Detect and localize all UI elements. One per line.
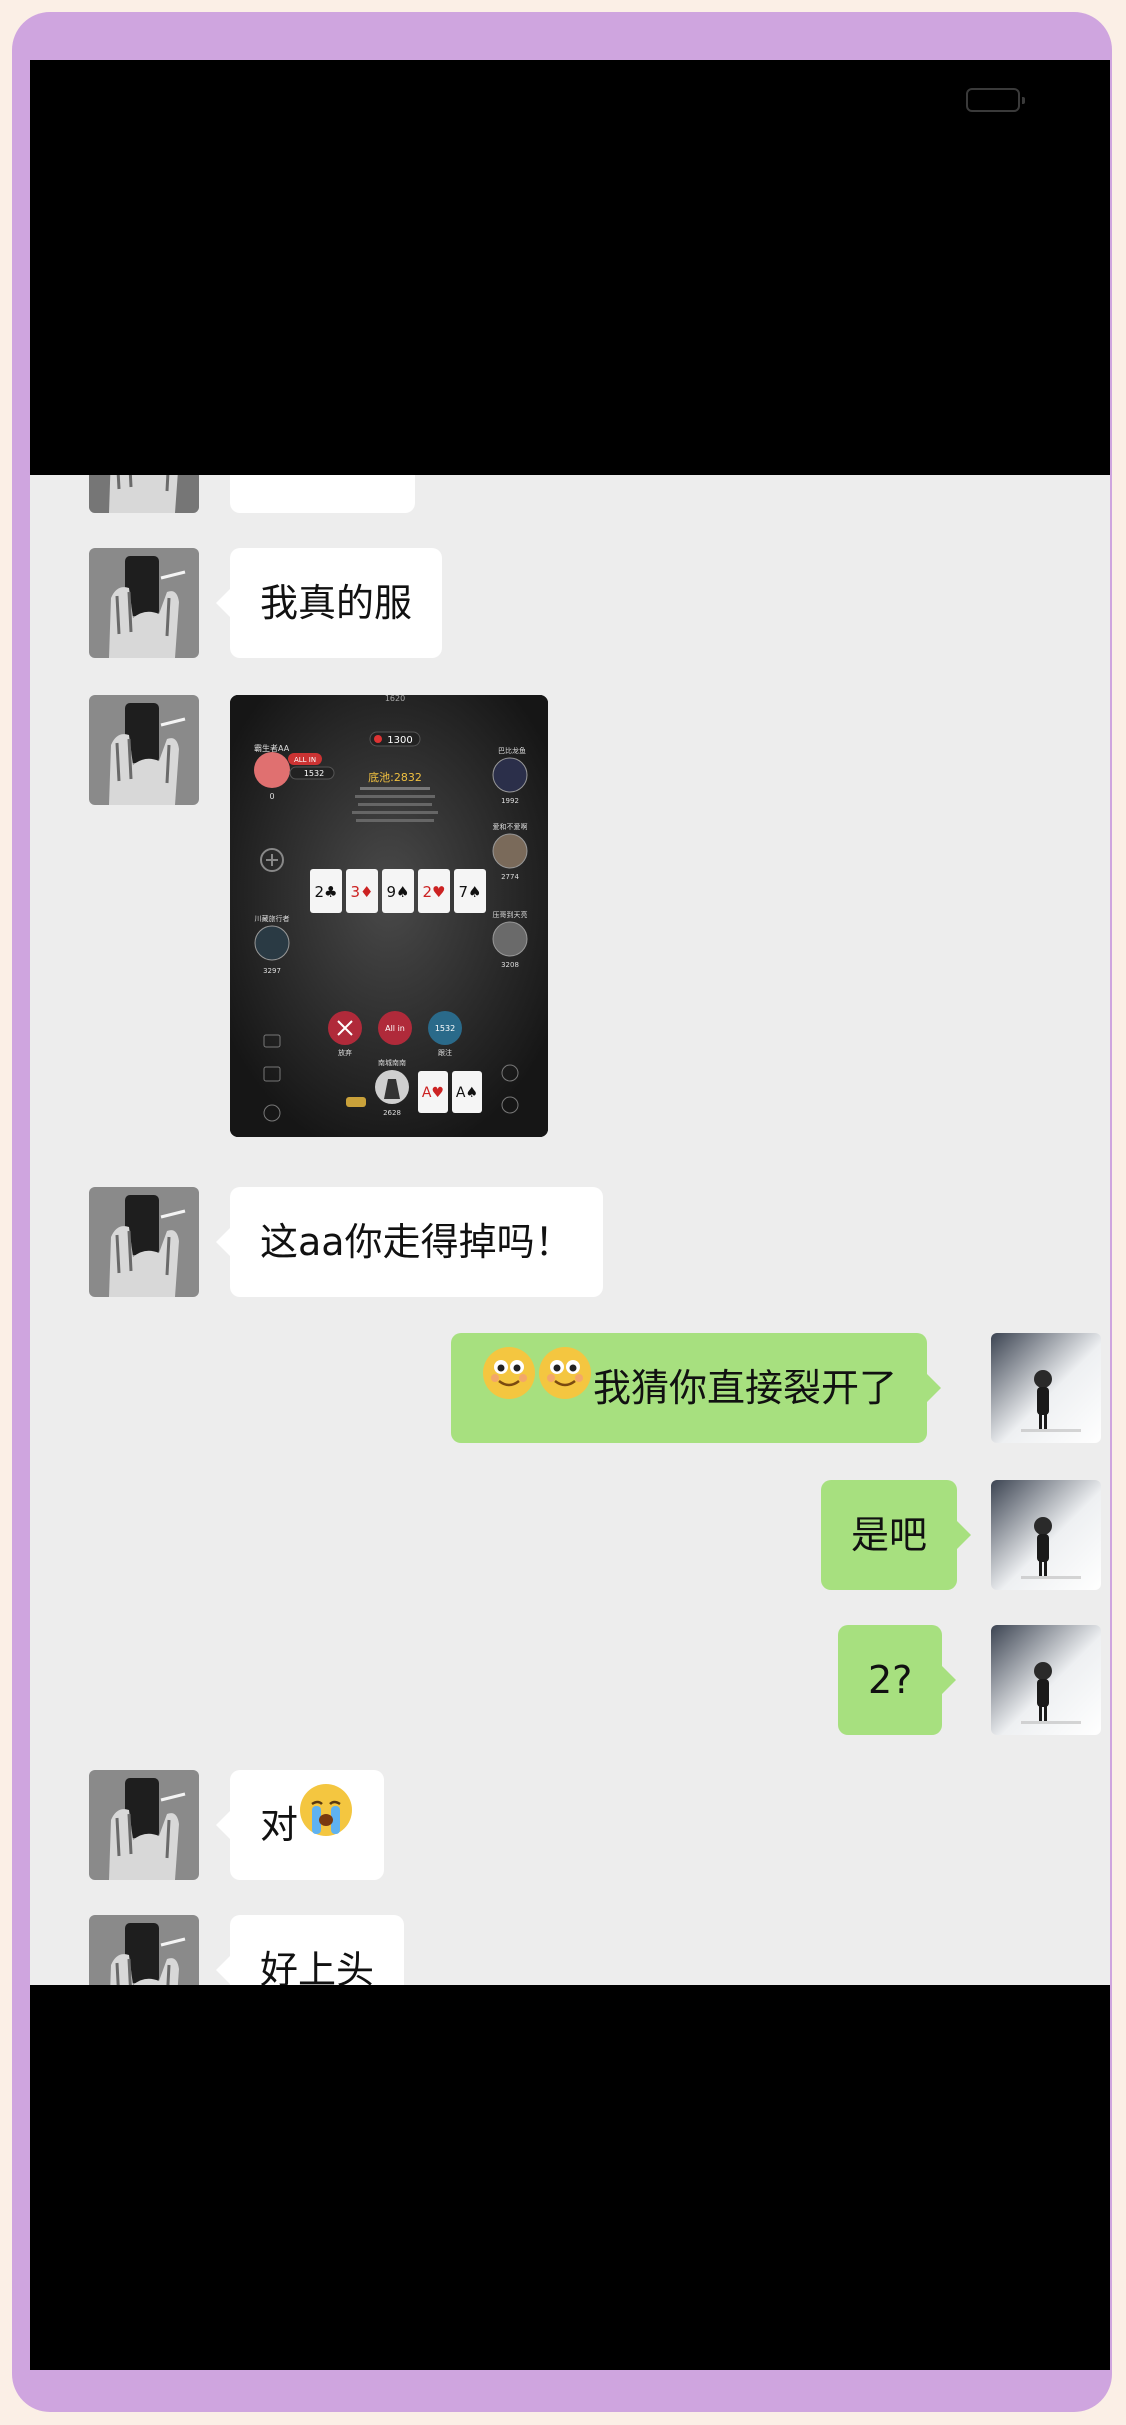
board-cards: 2♣ 3♦ 9♠ 2♥ 7♠ <box>310 869 486 913</box>
player-chips: 3208 <box>501 961 519 969</box>
svg-text:9♠: 9♠ <box>387 883 410 901</box>
player-chips: 2628 <box>383 1109 401 1117</box>
message-bubble[interactable]: 我真的服 <box>215 548 443 658</box>
poker-call-button: 跟注 <box>438 1048 452 1057</box>
avatar-figure-image <box>991 1333 1101 1443</box>
crying-emoji-icon <box>298 1770 354 1880</box>
redacted-bottom-area <box>30 1985 1110 2370</box>
poker-pot-top: 1300 <box>387 735 412 746</box>
message-bubble-me[interactable]: 我猜你直接裂开了 <box>451 1333 942 1443</box>
player-name: 爱和不爱啊 <box>493 822 528 831</box>
avatar-selfie-image <box>89 1187 199 1297</box>
svg-text:2♣: 2♣ <box>315 883 338 901</box>
player-chips: 1992 <box>501 797 519 805</box>
avatar-me[interactable] <box>991 1333 1101 1443</box>
avatar-other[interactable] <box>89 695 199 805</box>
battery-icon <box>966 88 1025 112</box>
message-bubble[interactable]: 对 <box>215 1770 385 1880</box>
redacted-top-area <box>30 60 1110 475</box>
message-bubble[interactable]: 这aa你走得掉吗！ <box>216 1187 603 1297</box>
player-name: 压哥到天亮 <box>493 910 528 919</box>
message-bubble-me[interactable]: 是吧 <box>821 1480 972 1590</box>
player-bet: 0 <box>269 792 274 801</box>
poker-fold-button: 放弃 <box>338 1048 352 1057</box>
avatar-selfie-image <box>89 695 199 805</box>
avatar-me[interactable] <box>991 1480 1101 1590</box>
avatar-other[interactable] <box>89 548 199 658</box>
svg-text:A♥: A♥ <box>422 1085 444 1101</box>
player-chips: 2774 <box>501 873 519 881</box>
avatar-figure-image <box>991 1480 1101 1590</box>
avatar-selfie-image <box>89 1770 199 1880</box>
poker-timer: 1620 <box>385 695 405 703</box>
avatar-selfie-image <box>89 548 199 658</box>
avatar-other[interactable] <box>89 1770 199 1880</box>
poker-pot-label: 底池:2832 <box>368 770 422 784</box>
avatar-figure-image <box>991 1625 1101 1735</box>
player-chips: 3297 <box>263 967 281 975</box>
smile-emoji-icon <box>537 1333 593 1443</box>
message-bubble-me[interactable]: 2? <box>838 1625 957 1735</box>
message-text: 对 <box>260 1803 299 1847</box>
smile-emoji-icon <box>481 1333 537 1443</box>
player-name: 南城南南 <box>378 1058 406 1067</box>
chat-screen: 我真的服 1620 1300 底池:2832 霸生者AA ALL IN 1532… <box>30 60 1110 2370</box>
player-name: 霸生者AA <box>254 743 290 753</box>
svg-text:A♠: A♠ <box>456 1085 478 1101</box>
player-status: ALL IN <box>294 756 316 764</box>
poker-screenshot-image[interactable]: 1620 1300 底池:2832 霸生者AA ALL IN 1532 0 巴比… <box>230 695 548 1137</box>
message-text: 我猜你直接裂开了 <box>593 1366 898 1410</box>
poker-game-image: 1620 1300 底池:2832 霸生者AA ALL IN 1532 0 巴比… <box>230 695 548 1137</box>
svg-text:7♠: 7♠ <box>459 883 482 901</box>
svg-text:3♦: 3♦ <box>351 883 374 901</box>
poker-allin-button: All in <box>385 1024 405 1033</box>
player-name: 川藏旅行者 <box>255 914 290 923</box>
avatar-me[interactable] <box>991 1625 1101 1735</box>
svg-text:2♥: 2♥ <box>423 883 446 901</box>
poker-call-amount: 1532 <box>435 1024 455 1033</box>
player-chips: 1532 <box>304 769 324 778</box>
avatar-other[interactable] <box>89 1187 199 1297</box>
player-name: 巴比龙鱼 <box>498 746 526 755</box>
